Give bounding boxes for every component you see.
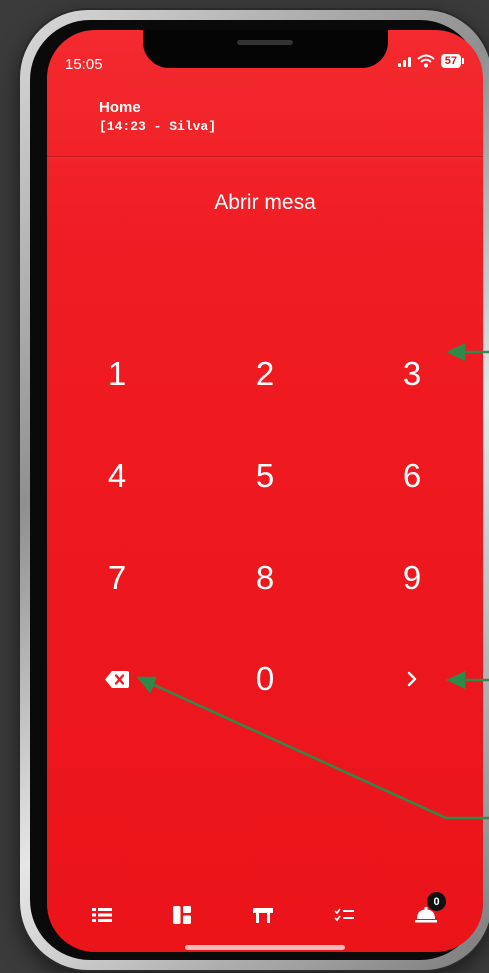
backspace-button[interactable] [72, 647, 162, 711]
nav-service[interactable]: 0 [413, 892, 446, 926]
key-8[interactable]: 8 [220, 546, 310, 610]
nav-tables[interactable] [250, 904, 276, 926]
dashboard-icon [173, 906, 191, 924]
key-3[interactable]: 3 [367, 342, 457, 406]
nav-list[interactable] [89, 904, 115, 926]
key-6[interactable]: 6 [367, 444, 457, 508]
key-1[interactable]: 1 [72, 342, 162, 406]
key-4[interactable]: 4 [72, 444, 162, 508]
checklist-icon [334, 908, 354, 922]
key-0[interactable]: 0 [220, 647, 310, 711]
backspace-icon [105, 670, 129, 688]
table-icon [253, 907, 273, 923]
chevron-right-icon [406, 671, 418, 687]
numeric-keypad: 1 2 3 4 5 6 7 8 9 0 [47, 30, 483, 952]
notification-badge: 0 [427, 892, 446, 911]
phone-screen: 15:05 57 Home [14:23 - Silva] Abrir mesa… [47, 30, 483, 952]
key-9[interactable]: 9 [367, 546, 457, 610]
home-indicator [185, 945, 345, 950]
bottom-navigation: 0 [47, 890, 483, 940]
key-7[interactable]: 7 [72, 546, 162, 610]
list-icon [92, 907, 112, 923]
nav-dashboard[interactable] [169, 904, 195, 926]
key-5[interactable]: 5 [220, 444, 310, 508]
confirm-button[interactable] [367, 647, 457, 711]
nav-checklist[interactable] [331, 904, 357, 926]
key-2[interactable]: 2 [220, 342, 310, 406]
